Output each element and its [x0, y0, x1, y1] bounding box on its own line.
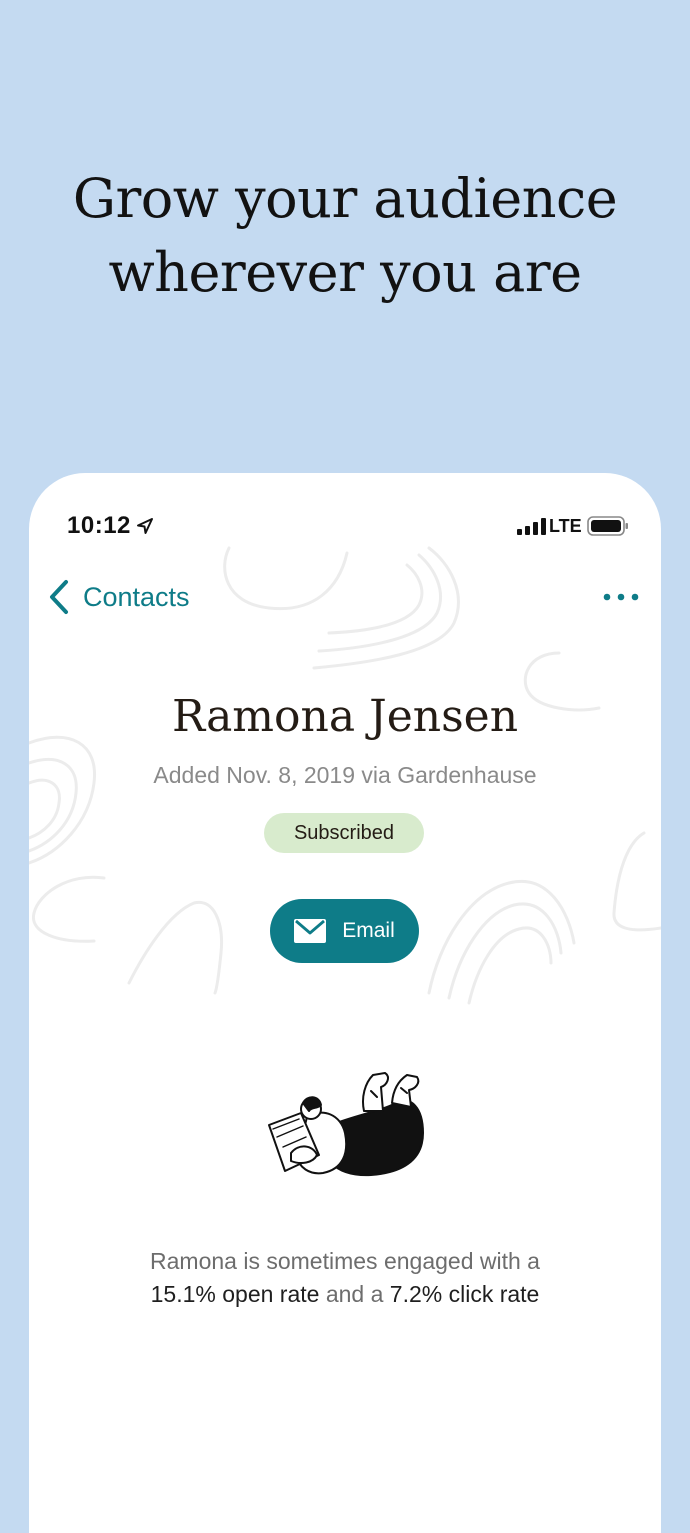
- status-badge: Subscribed: [264, 813, 424, 853]
- email-button[interactable]: Email: [270, 899, 419, 963]
- email-label: Email: [342, 919, 395, 942]
- engagement-line-1: Ramona is sometimes engaged with a: [150, 1248, 540, 1274]
- hero-headline: Grow your audience wherever you are: [0, 162, 690, 310]
- contact-name: Ramona Jensen: [171, 691, 519, 742]
- back-label: Contacts: [83, 581, 190, 612]
- back-to-contacts-button[interactable]: Contacts: [47, 577, 190, 617]
- engagement-connector: and a: [325, 1281, 384, 1307]
- engagement-summary: Ramona is sometimes engaged with a 15.1%…: [29, 1245, 661, 1311]
- engagement-line-2: 15.1% open rate and a 7.2% click rate: [29, 1278, 661, 1311]
- status-time: 10:12: [67, 512, 131, 539]
- more-dots-icon[interactable]: [597, 583, 647, 611]
- envelope-icon: [294, 919, 327, 943]
- open-rate: 15.1% open rate: [150, 1281, 320, 1307]
- cellular-signal-icon: [517, 518, 546, 535]
- location-arrow-icon: [137, 518, 153, 534]
- click-rate: 7.2% click rate: [389, 1281, 540, 1307]
- network-type: LTE: [549, 516, 582, 536]
- phone-screen: 10:12 LTE Contacts Ramona Jensen Added N…: [29, 473, 661, 1533]
- status-bar: 10:12 LTE: [29, 511, 661, 541]
- contact-added-info: Added Nov. 8, 2019 via Gardenhause: [153, 762, 537, 788]
- hero-line-1: Grow your audience: [72, 167, 618, 230]
- battery-icon: [587, 516, 628, 536]
- person-reading-illustration: [268, 1072, 424, 1177]
- chevron-left-icon: [50, 580, 68, 614]
- hero-line-2: wherever you are: [108, 241, 582, 304]
